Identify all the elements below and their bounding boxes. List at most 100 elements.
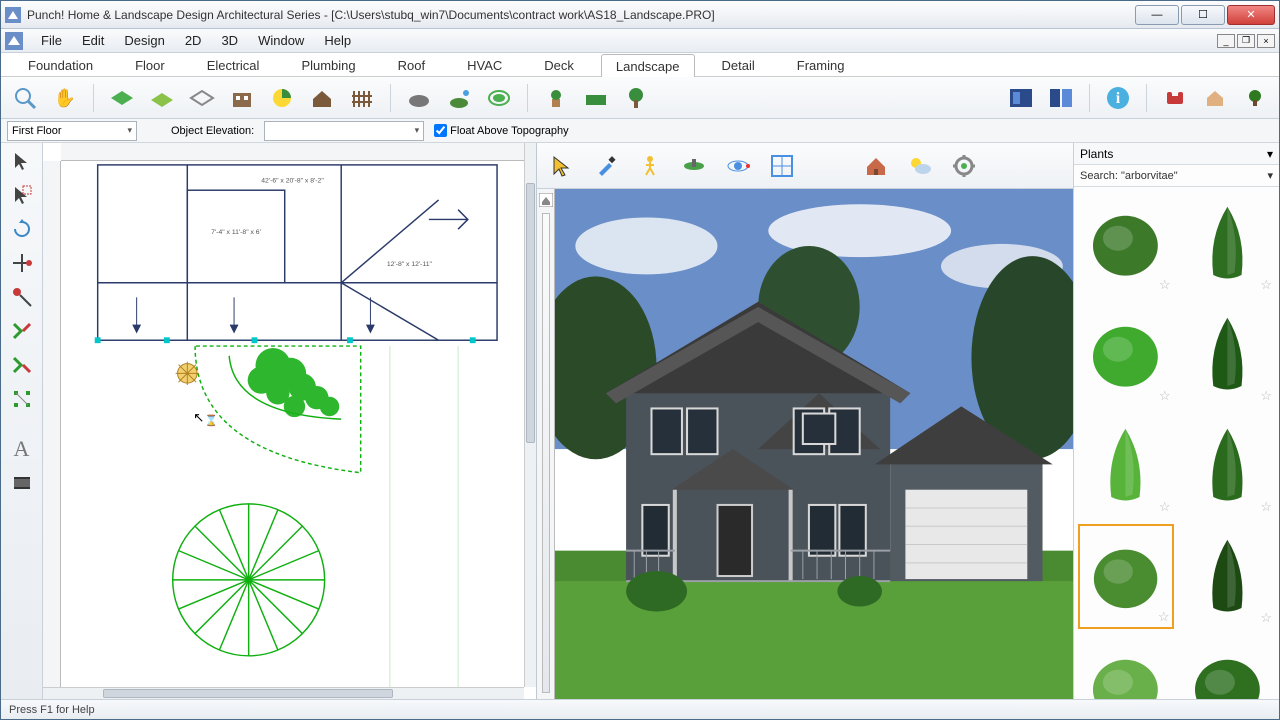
window-title: Punch! Home & Landscape Design Architect… [27, 8, 1135, 22]
favorite-star-icon[interactable]: ☆ [1158, 609, 1170, 625]
plant-small-icon[interactable] [540, 82, 572, 114]
multi-select-icon[interactable] [7, 181, 37, 209]
plant-thumbnail[interactable]: ☆ [1180, 302, 1276, 407]
text-tool-icon[interactable]: A [7, 435, 37, 463]
tree-lib-icon[interactable] [1239, 82, 1271, 114]
fence-tool-icon[interactable] [346, 82, 378, 114]
select-tool-icon[interactable] [7, 147, 37, 175]
app-window: Punch! Home & Landscape Design Architect… [0, 0, 1280, 720]
fly-icon[interactable] [677, 149, 711, 183]
menu-design[interactable]: Design [114, 31, 174, 50]
favorite-star-icon[interactable]: ☆ [1260, 610, 1272, 626]
2d-canvas[interactable]: 42'-6" x 20'-8" x 8'-2" 7'-4" x 11'-8" x… [43, 143, 537, 699]
plant-thumbnail[interactable]: ☆ [1180, 413, 1276, 518]
plant-thumbnail[interactable]: ☆ [1180, 191, 1276, 296]
hedge-icon[interactable] [580, 82, 612, 114]
favorite-star-icon[interactable]: ☆ [1159, 499, 1171, 515]
floorplan-3d-icon[interactable] [765, 149, 799, 183]
settings-3d-icon[interactable] [947, 149, 981, 183]
media-tool-icon[interactable] [7, 469, 37, 497]
rock-tool-icon[interactable] [403, 82, 435, 114]
rotate-tool-icon[interactable] [7, 215, 37, 243]
float-checkbox-label[interactable]: Float Above Topography [434, 124, 568, 137]
elevation-slider[interactable] [542, 213, 550, 693]
mdi-minimize[interactable]: _ [1217, 34, 1235, 48]
shed-tool-icon[interactable] [306, 82, 338, 114]
home-view-icon[interactable] [859, 149, 893, 183]
mdi-close[interactable]: × [1257, 34, 1275, 48]
furniture-icon[interactable] [1159, 82, 1191, 114]
3d-cursor-icon[interactable] [545, 149, 579, 183]
building-tool-icon[interactable] [226, 82, 258, 114]
2d-scrollbar-horizontal[interactable] [43, 687, 524, 699]
floor-selector[interactable]: First Floor ▾ [7, 121, 137, 141]
contour-tool-icon[interactable] [483, 82, 515, 114]
plant-thumbnail[interactable]: ☆ [1078, 524, 1174, 629]
plant-thumbnail[interactable]: ☆ [1180, 635, 1276, 699]
tab-detail[interactable]: Detail [707, 53, 770, 76]
eyedropper-icon[interactable] [589, 149, 623, 183]
break-tool-icon[interactable] [7, 317, 37, 345]
close-button[interactable]: ✕ [1227, 5, 1275, 25]
tab-landscape[interactable]: Landscape [601, 54, 695, 77]
join-tool-icon[interactable] [7, 351, 37, 379]
house-color-icon[interactable] [1199, 82, 1231, 114]
plant-thumbnail[interactable]: ☆ [1180, 524, 1276, 629]
walk-icon[interactable] [633, 149, 667, 183]
menu-window[interactable]: Window [248, 31, 314, 50]
view-2d-icon[interactable] [1005, 82, 1037, 114]
favorite-star-icon[interactable]: ☆ [1159, 388, 1171, 404]
library-search-row[interactable]: Search: "arborvitae" ▾ [1074, 165, 1279, 187]
tree-icon[interactable] [620, 82, 652, 114]
tab-floor[interactable]: Floor [120, 53, 180, 76]
tab-deck[interactable]: Deck [529, 53, 589, 76]
plant-thumbnail[interactable]: ☆ [1078, 413, 1174, 518]
dimension-tool-icon[interactable] [7, 385, 37, 413]
tab-foundation[interactable]: Foundation [13, 53, 108, 76]
tab-framing[interactable]: Framing [782, 53, 860, 76]
tab-plumbing[interactable]: Plumbing [286, 53, 370, 76]
maximize-button[interactable]: ☐ [1181, 5, 1225, 25]
elevation-input[interactable]: ▾ [264, 121, 424, 141]
plant-thumbnail[interactable]: ☆ [1078, 635, 1174, 699]
point-tool-icon[interactable] [7, 283, 37, 311]
menu-file[interactable]: File [31, 31, 72, 50]
minimize-button[interactable]: — [1135, 5, 1179, 25]
menu-help[interactable]: Help [314, 31, 361, 50]
menu-2d[interactable]: 2D [175, 31, 212, 50]
svg-text:12'-8" x 12'-11": 12'-8" x 12'-11" [387, 261, 433, 268]
plant-thumbnail[interactable]: ☆ [1078, 191, 1174, 296]
floorplan-drawing: 42'-6" x 20'-8" x 8'-2" 7'-4" x 11'-8" x… [61, 161, 524, 687]
float-checkbox[interactable] [434, 124, 447, 137]
svg-text:i: i [1116, 90, 1121, 107]
zoom-tool-icon[interactable] [9, 82, 41, 114]
library-header[interactable]: Plants ▾ [1074, 143, 1279, 165]
move-tool-icon[interactable] [7, 249, 37, 277]
sun-tool-icon[interactable] [266, 82, 298, 114]
water-tool-icon[interactable] [443, 82, 475, 114]
plot-tool-icon[interactable] [186, 82, 218, 114]
menu-3d[interactable]: 3D [211, 31, 248, 50]
menu-app-icon [5, 32, 23, 50]
orbit-icon[interactable] [721, 149, 755, 183]
terrain-tool-icon[interactable] [106, 82, 138, 114]
ruler-home-icon[interactable] [539, 193, 553, 207]
menu-edit[interactable]: Edit [72, 31, 114, 50]
favorite-star-icon[interactable]: ☆ [1260, 499, 1272, 515]
3d-viewport-wrap [537, 189, 1073, 699]
favorite-star-icon[interactable]: ☆ [1260, 388, 1272, 404]
favorite-star-icon[interactable]: ☆ [1260, 277, 1272, 293]
info-icon[interactable]: i [1102, 82, 1134, 114]
view-split-icon[interactable] [1045, 82, 1077, 114]
slope-tool-icon[interactable] [146, 82, 178, 114]
pan-tool-icon[interactable]: ✋ [49, 82, 81, 114]
3d-viewport[interactable] [555, 189, 1073, 699]
tab-hvac[interactable]: HVAC [452, 53, 517, 76]
weather-icon[interactable] [903, 149, 937, 183]
plant-thumbnail[interactable]: ☆ [1078, 302, 1174, 407]
tab-electrical[interactable]: Electrical [192, 53, 275, 76]
favorite-star-icon[interactable]: ☆ [1159, 277, 1171, 293]
mdi-restore[interactable]: ❐ [1237, 34, 1255, 48]
2d-scrollbar-vertical[interactable] [524, 143, 536, 687]
tab-roof[interactable]: Roof [383, 53, 440, 76]
